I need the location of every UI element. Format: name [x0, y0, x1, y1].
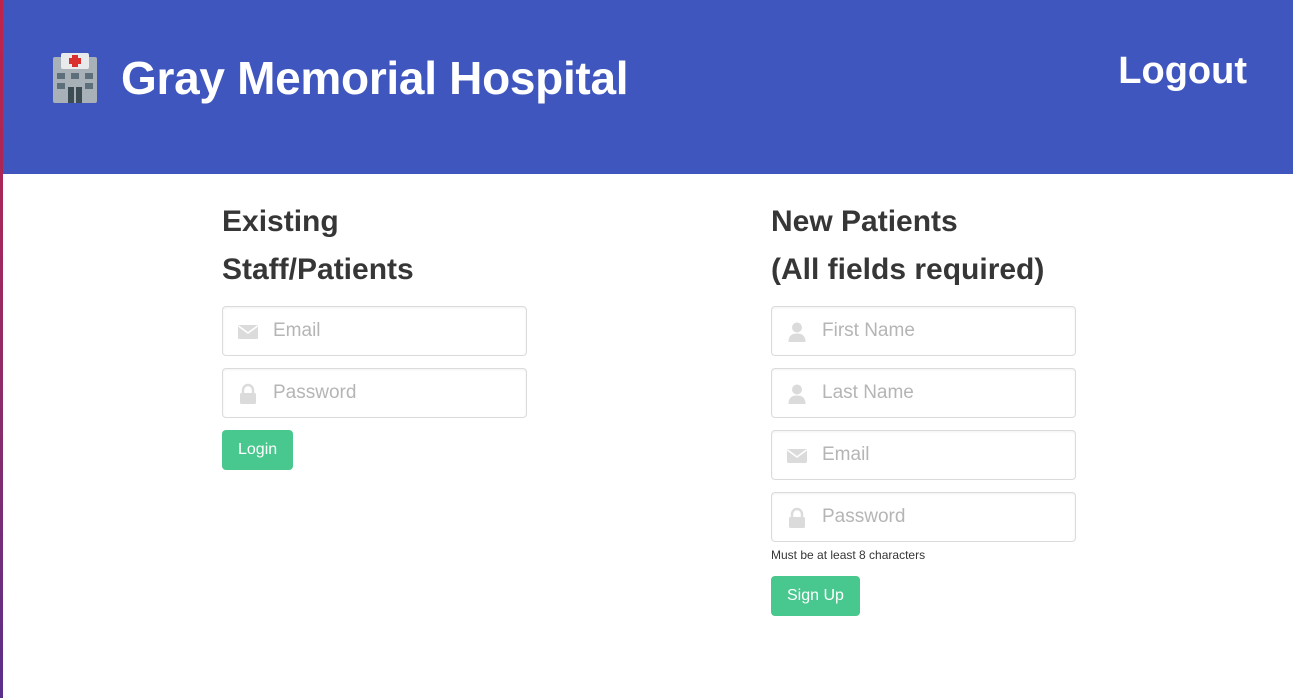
login-section: Existing Staff/Patients Login — [222, 198, 542, 470]
signup-heading-line2: (All fields required) — [771, 253, 1045, 286]
hospital-icon — [53, 53, 97, 103]
login-heading-line1: Existing — [222, 205, 339, 238]
signup-password-input[interactable] — [772, 493, 1075, 541]
login-password-field — [222, 368, 527, 418]
brand[interactable]: Gray Memorial Hospital — [49, 48, 629, 108]
signup-section: New Patients (All fields required) Must … — [771, 198, 1091, 616]
logout-link[interactable]: Logout — [1118, 50, 1247, 93]
signup-password-field — [771, 492, 1076, 542]
first-name-field — [771, 306, 1076, 356]
login-heading-line2: Staff/Patients — [222, 253, 414, 286]
login-button[interactable]: Login — [222, 430, 294, 470]
login-heading: Existing Staff/Patients — [222, 198, 542, 294]
login-password-input[interactable] — [223, 369, 526, 417]
signup-heading: New Patients (All fields required) — [771, 198, 1091, 294]
signup-email-field — [771, 430, 1076, 480]
site-title: Gray Memorial Hospital — [121, 52, 629, 104]
password-help-text: Must be at least 8 characters — [771, 548, 926, 562]
login-email-field — [222, 306, 527, 356]
last-name-field — [771, 368, 1076, 418]
login-email-input[interactable] — [223, 307, 526, 355]
last-name-input[interactable] — [772, 369, 1075, 417]
navbar: Gray Memorial Hospital Logout — [3, 0, 1293, 174]
first-name-input[interactable] — [772, 307, 1075, 355]
signup-email-input[interactable] — [772, 431, 1075, 479]
signup-button[interactable]: Sign Up — [771, 576, 860, 616]
signup-heading-line1: New Patients — [771, 205, 958, 238]
